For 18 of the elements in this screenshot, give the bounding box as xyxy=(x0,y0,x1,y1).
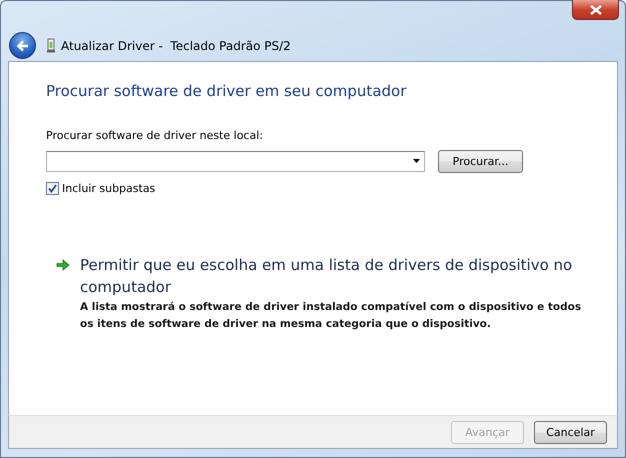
page-heading: Procurar software de driver em seu computador xyxy=(46,82,408,100)
back-arrow-icon xyxy=(16,38,30,52)
device-icon xyxy=(47,38,55,53)
back-button[interactable] xyxy=(9,32,36,59)
browse-button[interactable]: Procurar... xyxy=(438,150,523,173)
location-label: Procurar software de driver neste local: xyxy=(46,129,264,142)
window-title: Atualizar Driver - Teclado Padrão PS/2 xyxy=(61,38,291,52)
cancel-button[interactable]: Cancelar xyxy=(534,420,607,444)
dropdown-arrow-icon xyxy=(413,159,420,163)
location-combobox[interactable] xyxy=(46,150,425,172)
option-description: A lista mostrará o software de driver instalado compatível com o dispositivo e todos os itens de software de driver na mesma categoria que o dispositivo. xyxy=(80,300,582,332)
arrow-icon xyxy=(56,259,70,271)
close-icon xyxy=(588,4,602,14)
choose-driver-link[interactable]: Permitir que eu escolha em uma lista de drivers de dispositivo no computador xyxy=(80,254,590,298)
close-button[interactable] xyxy=(572,0,619,20)
include-subfolders-checkbox[interactable]: Incluir subpastas xyxy=(46,182,617,195)
checkbox-box[interactable] xyxy=(46,182,59,195)
checkbox-label[interactable]: Incluir subpastas xyxy=(62,182,156,195)
